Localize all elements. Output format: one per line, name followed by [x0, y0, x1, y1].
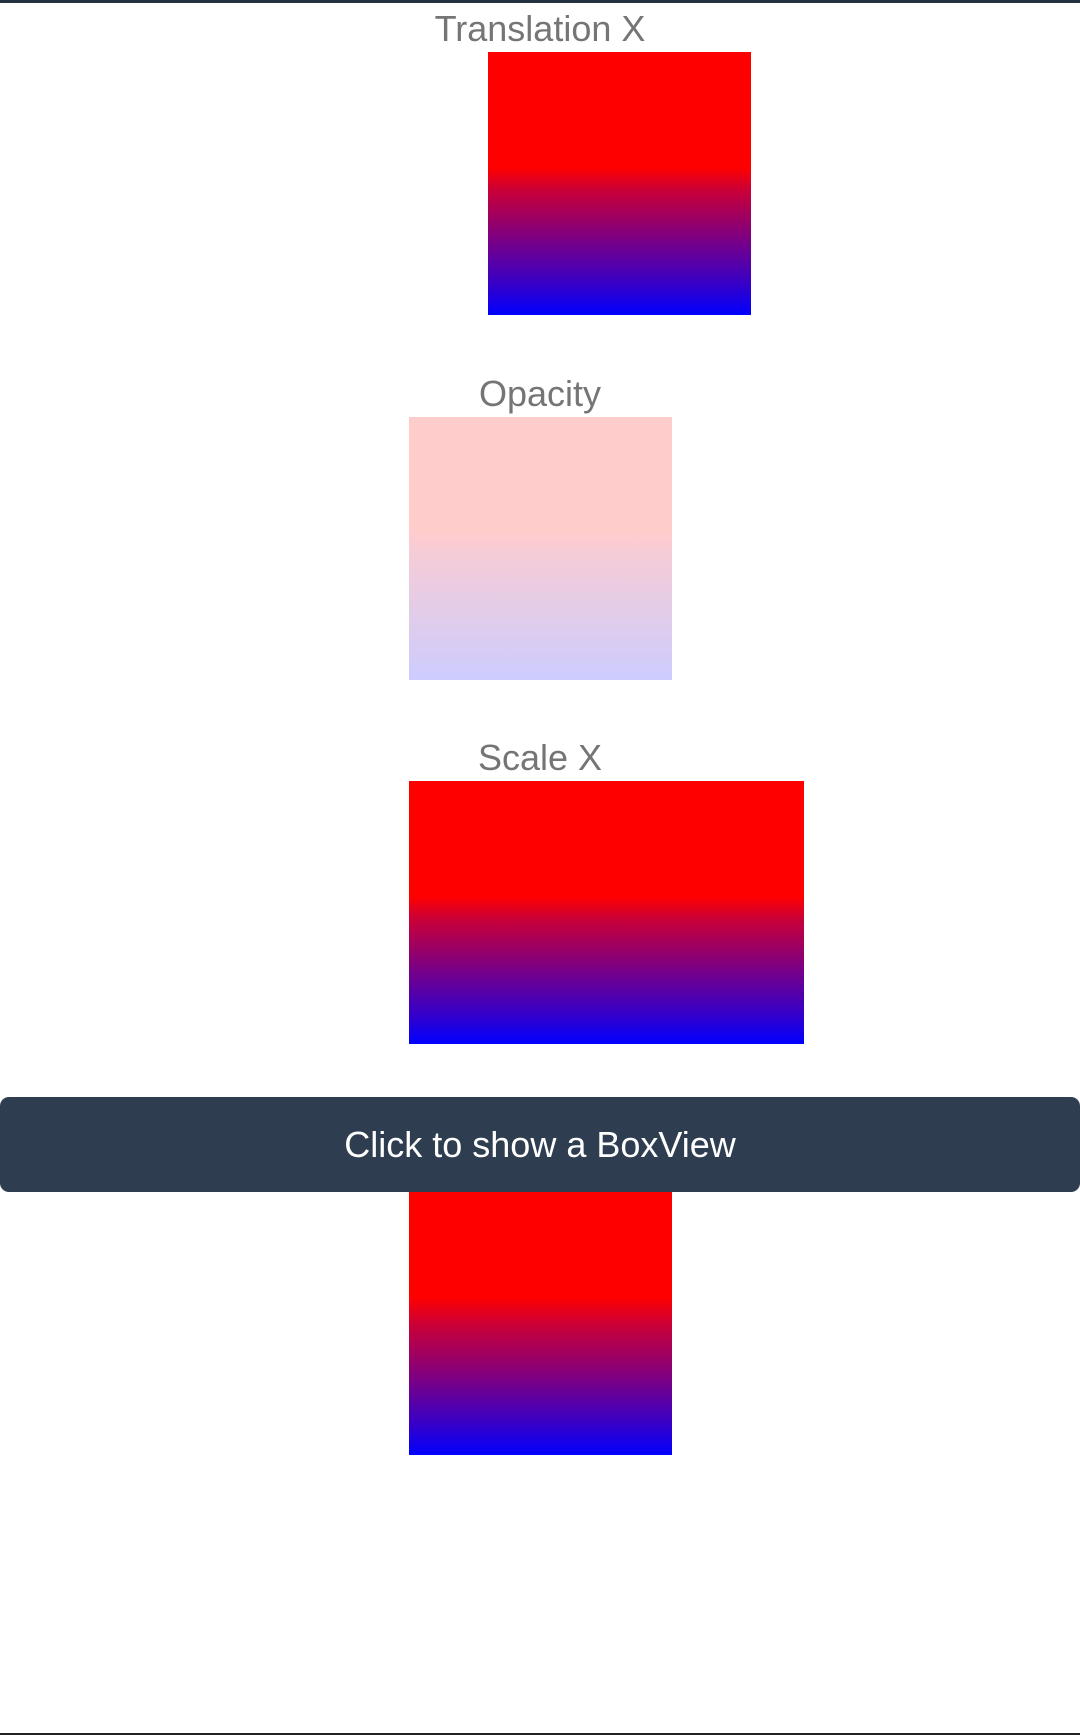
- translation-x-box: [488, 52, 751, 315]
- scale-x-box: [409, 781, 804, 1044]
- translation-x-label: Translation X: [434, 8, 646, 49]
- show-boxview-button[interactable]: Click to show a BoxView: [0, 1097, 1080, 1192]
- page: Translation X Opacity Scale X Click to s…: [0, 0, 1080, 1735]
- opacity-box: [409, 417, 672, 680]
- shown-box-view: [409, 1192, 672, 1455]
- opacity-label: Opacity: [478, 373, 602, 414]
- scale-x-label: Scale X: [477, 737, 603, 778]
- top-border: [0, 0, 1080, 3]
